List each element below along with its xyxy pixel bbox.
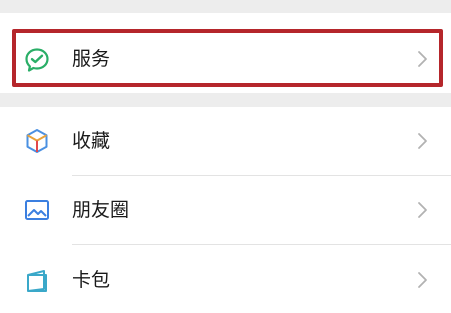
moments-photo-icon bbox=[23, 196, 51, 224]
menu-item-label: 卡包 bbox=[72, 269, 111, 291]
section-gap bbox=[0, 93, 451, 107]
menu-item-favorites[interactable]: 收藏 bbox=[0, 107, 451, 175]
highlight-box bbox=[12, 29, 443, 87]
menu-item-label: 收藏 bbox=[72, 130, 111, 152]
chevron-right-icon bbox=[415, 270, 429, 290]
me-page-menu: 服务 收藏 朋友圈 卡包 bbox=[0, 0, 451, 313]
menu-item-label: 朋友圈 bbox=[72, 199, 130, 221]
chevron-right-icon bbox=[415, 200, 429, 220]
favorites-cube-icon bbox=[23, 127, 51, 155]
chevron-right-icon bbox=[415, 131, 429, 151]
card-pack-icon bbox=[23, 266, 51, 294]
menu-item-moments[interactable]: 朋友圈 bbox=[0, 176, 451, 244]
menu-item-card-pack[interactable]: 卡包 bbox=[0, 245, 451, 313]
section-gap bbox=[0, 0, 451, 13]
